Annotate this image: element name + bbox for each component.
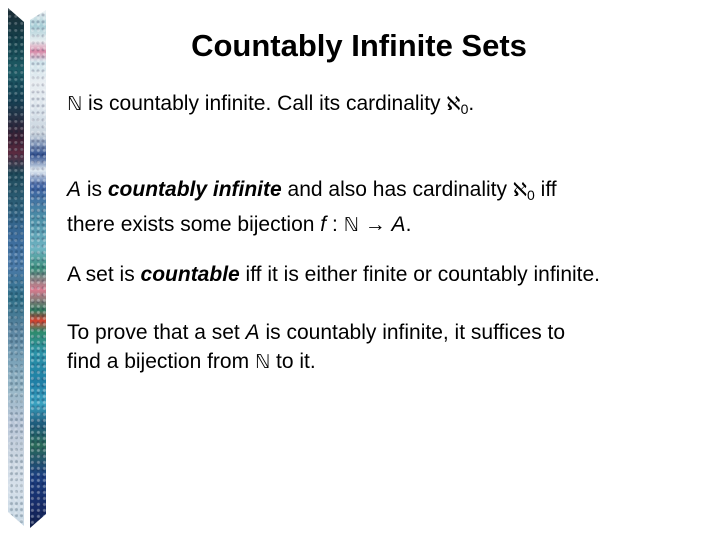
emphasis-term: countably infinite [107,178,282,201]
aleph-subscript: 0 [527,187,535,203]
decorative-strip-left [8,8,24,526]
variable-a: A [67,178,82,201]
variable-a: A [391,213,406,236]
text: iff [534,178,557,201]
text: and also has cardinality [281,178,513,201]
slide-title: Countably Infinite Sets [0,28,720,64]
aleph-symbol: ℵ [512,179,528,201]
text: is [81,178,108,201]
text: To prove that a set [67,321,246,344]
aleph-symbol: ℵ [446,93,461,115]
paragraph-proof-strategy: To prove that a set A is countably infin… [67,318,565,377]
naturals-symbol: ℕ [67,93,83,115]
text: there exists some bijection [67,213,321,236]
line: To prove that a set A is countably infin… [67,318,565,347]
naturals-symbol: ℕ [254,351,271,373]
paragraph-countably-infinite-definition: A is countably infinite and also has car… [67,175,557,240]
variable-a: A [245,321,260,344]
text: A set is [67,263,141,286]
slide-title-text: Countably Infinite Sets [191,28,527,63]
line: find a bijection from ℕ to it. [67,347,565,377]
text: iff it is either finite or countably inf… [239,263,601,286]
text: is countably infinite, it suffices to [259,321,566,344]
text: : [326,213,344,236]
arrow-symbol: → [358,213,392,236]
paragraph-naturals-cardinality: ℕ is countably infinite. Call its cardin… [67,89,474,124]
text: to it. [270,350,316,373]
text: . [468,92,475,115]
text: find a bijection from [67,350,255,373]
decorative-strip-right [30,10,46,528]
naturals-symbol: ℕ [343,214,359,236]
emphasis-term: countable [140,263,240,286]
line: A is countably infinite and also has car… [67,175,557,210]
text: is countably infinite. Call its cardinal… [82,92,447,115]
text: . [405,213,412,236]
line: there exists some bijection f : ℕ → A. [67,210,557,240]
paragraph-countable-definition: A set is countable iff it is either fini… [67,260,600,289]
